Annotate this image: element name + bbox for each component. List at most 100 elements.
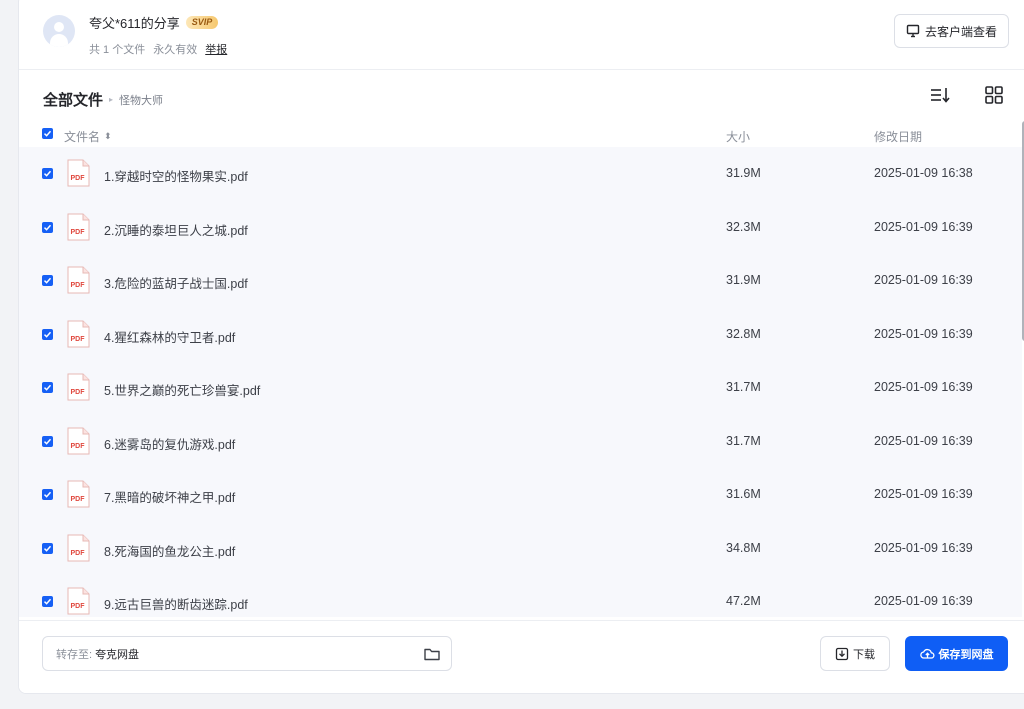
column-name-label: 文件名 bbox=[64, 130, 101, 144]
table-row[interactable]: PDF 3.危险的蓝胡子战士国.pdf 31.9M 2025-01-09 16:39 bbox=[19, 254, 1022, 308]
file-name[interactable]: 8.死海国的鱼龙公主.pdf bbox=[104, 541, 235, 560]
row-checkbox[interactable] bbox=[42, 221, 53, 233]
file-size: 31.9M bbox=[726, 166, 761, 180]
pdf-file-icon: PDF bbox=[67, 373, 90, 401]
file-size: 47.2M bbox=[726, 594, 761, 608]
pdf-label: PDF bbox=[71, 229, 86, 236]
column-date: 修改日期 bbox=[874, 130, 923, 144]
download-button[interactable]: 下载 bbox=[820, 636, 890, 671]
share-meta: 共 1 个文件 永久有效 举报 bbox=[89, 41, 227, 57]
row-checkbox[interactable] bbox=[42, 275, 53, 286]
report-link[interactable]: 举报 bbox=[205, 41, 227, 57]
file-list: PDF 1.穿越时空的怪物果实.pdf 31.9M 2025-01-09 16:38 P… bbox=[19, 147, 1022, 617]
breadcrumb-current: 怪物大师 bbox=[119, 94, 164, 107]
monitor-icon bbox=[906, 24, 920, 38]
footer-bar: 转存至: 夸克网盘 下载 保存到网盘 bbox=[19, 620, 1024, 693]
file-size: 34.8M bbox=[726, 540, 761, 555]
column-name[interactable]: 文件名 ⬍ bbox=[64, 128, 112, 145]
open-client-button[interactable]: 去客户端查看 bbox=[894, 14, 1009, 48]
cloud-upload-icon bbox=[919, 648, 934, 659]
row-checkbox[interactable] bbox=[42, 382, 53, 393]
table-row[interactable]: PDF 8.死海国的鱼龙公主.pdf 34.8M 2025-01-09 16:39 bbox=[19, 522, 1022, 576]
file-size: 32.8M bbox=[726, 326, 761, 341]
row-checkbox[interactable] bbox=[42, 168, 53, 179]
save-label: 保存到网盘 bbox=[938, 648, 994, 661]
avatar bbox=[43, 15, 75, 47]
pdf-label: PDF bbox=[71, 496, 86, 503]
validity: 永久有效 bbox=[153, 44, 198, 56]
file-name[interactable]: 5.世界之巅的死亡珍兽宴.pdf bbox=[104, 380, 260, 399]
file-name[interactable]: 4.猩红森林的守卫者.pdf bbox=[104, 327, 235, 346]
row-checkbox[interactable] bbox=[42, 435, 53, 447]
pdf-label: PDF bbox=[71, 603, 86, 610]
pdf-file-icon: PDF bbox=[67, 213, 90, 240]
save-destination-field[interactable]: 转存至: 夸克网盘 bbox=[42, 636, 452, 671]
destination-value: 夸克网盘 bbox=[95, 648, 140, 661]
breadcrumb-root[interactable]: 全部文件 bbox=[43, 89, 103, 110]
file-name[interactable]: 1.穿越时空的怪物果实.pdf bbox=[104, 166, 248, 185]
download-label: 下载 bbox=[853, 648, 875, 661]
pdf-file-icon: PDF bbox=[67, 320, 90, 347]
file-count: 共 1 个文件 bbox=[89, 44, 146, 56]
pdf-file-icon: PDF bbox=[67, 427, 90, 454]
table-row[interactable]: PDF 9.远古巨兽的断齿迷踪.pdf 47.2M 2025-01-09 16:39 bbox=[19, 575, 1022, 617]
select-all-checkbox[interactable] bbox=[42, 128, 53, 139]
column-size: 大小 bbox=[726, 130, 751, 144]
row-checkbox[interactable] bbox=[42, 328, 53, 340]
pdf-file-icon: PDF bbox=[67, 159, 90, 187]
file-date: 2025-01-09 16:39 bbox=[874, 594, 973, 608]
pdf-label: PDF bbox=[71, 550, 86, 557]
file-date: 2025-01-09 16:39 bbox=[874, 219, 973, 234]
table-row[interactable]: PDF 5.世界之巅的死亡珍兽宴.pdf 31.7M 2025-01-09 16:39 bbox=[19, 361, 1022, 415]
open-client-label: 去客户端查看 bbox=[924, 24, 997, 39]
file-size: 31.7M bbox=[726, 433, 761, 448]
file-name[interactable]: 3.危险的蓝胡子战士国.pdf bbox=[104, 273, 248, 292]
svip-badge: SVIP bbox=[185, 16, 219, 29]
pdf-file-icon: PDF bbox=[67, 480, 90, 508]
sharer-name: 夸父*611的分享 bbox=[89, 16, 180, 31]
table-row[interactable]: PDF 1.穿越时空的怪物果实.pdf 31.9M 2025-01-09 16:38 bbox=[19, 147, 1022, 201]
grid-view-icon[interactable] bbox=[984, 85, 1004, 105]
table-row[interactable]: PDF 2.沉睡的泰坦巨人之城.pdf 32.3M 2025-01-09 16:39 bbox=[19, 201, 1022, 255]
breadcrumb: 全部文件 ▸ 怪物大师 bbox=[43, 89, 163, 110]
share-card: 夸父*611的分享 SVIP 共 1 个文件 永久有效 举报 去客户端查看 全部… bbox=[18, 0, 1024, 694]
sort-icon[interactable] bbox=[929, 85, 951, 105]
share-title: 夸父*611的分享 SVIP bbox=[89, 13, 219, 32]
file-date: 2025-01-09 16:39 bbox=[874, 540, 973, 555]
file-date: 2025-01-09 16:39 bbox=[874, 273, 973, 287]
file-size: 31.7M bbox=[726, 380, 761, 394]
folder-icon[interactable] bbox=[423, 646, 441, 662]
pdf-label: PDF bbox=[71, 175, 86, 182]
row-checkbox[interactable] bbox=[42, 542, 53, 554]
file-name[interactable]: 2.沉睡的泰坦巨人之城.pdf bbox=[104, 220, 248, 239]
file-date: 2025-01-09 16:39 bbox=[874, 487, 973, 501]
file-name[interactable]: 7.黑暗的破坏神之甲.pdf bbox=[104, 487, 235, 506]
table-row[interactable]: PDF 7.黑暗的破坏神之甲.pdf 31.6M 2025-01-09 16:39 bbox=[19, 468, 1022, 522]
table-row[interactable]: PDF 6.迷雾岛的复仇游戏.pdf 31.7M 2025-01-09 16:39 bbox=[19, 415, 1022, 469]
file-date: 2025-01-09 16:38 bbox=[874, 166, 973, 180]
save-to-drive-button[interactable]: 保存到网盘 bbox=[905, 636, 1008, 671]
pdf-file-icon: PDF bbox=[67, 534, 90, 561]
file-date: 2025-01-09 16:39 bbox=[874, 326, 973, 341]
file-size: 31.9M bbox=[726, 273, 761, 287]
file-date: 2025-01-09 16:39 bbox=[874, 380, 973, 394]
table-row[interactable]: PDF 4.猩红森林的守卫者.pdf 32.8M 2025-01-09 16:39 bbox=[19, 308, 1022, 362]
pdf-file-icon: PDF bbox=[67, 266, 90, 294]
destination-label: 转存至: bbox=[56, 648, 93, 661]
sort-arrows-icon: ⬍ bbox=[104, 131, 112, 141]
table-header: 文件名 ⬍ 大小 修改日期 bbox=[19, 121, 1024, 149]
pdf-label: PDF bbox=[71, 336, 86, 343]
pdf-label: PDF bbox=[71, 389, 86, 396]
file-size: 32.3M bbox=[726, 219, 761, 234]
download-icon bbox=[835, 647, 849, 660]
pdf-file-icon: PDF bbox=[67, 587, 90, 615]
file-name[interactable]: 9.远古巨兽的断齿迷踪.pdf bbox=[104, 594, 248, 613]
pdf-label: PDF bbox=[71, 282, 86, 289]
file-size: 31.6M bbox=[726, 487, 761, 501]
row-checkbox[interactable] bbox=[42, 489, 53, 500]
share-header: 夸父*611的分享 SVIP 共 1 个文件 永久有效 举报 去客户端查看 bbox=[19, 1, 1024, 70]
file-date: 2025-01-09 16:39 bbox=[874, 433, 973, 448]
pdf-label: PDF bbox=[71, 443, 86, 450]
row-checkbox[interactable] bbox=[42, 596, 53, 607]
file-name[interactable]: 6.迷雾岛的复仇游戏.pdf bbox=[104, 434, 235, 453]
